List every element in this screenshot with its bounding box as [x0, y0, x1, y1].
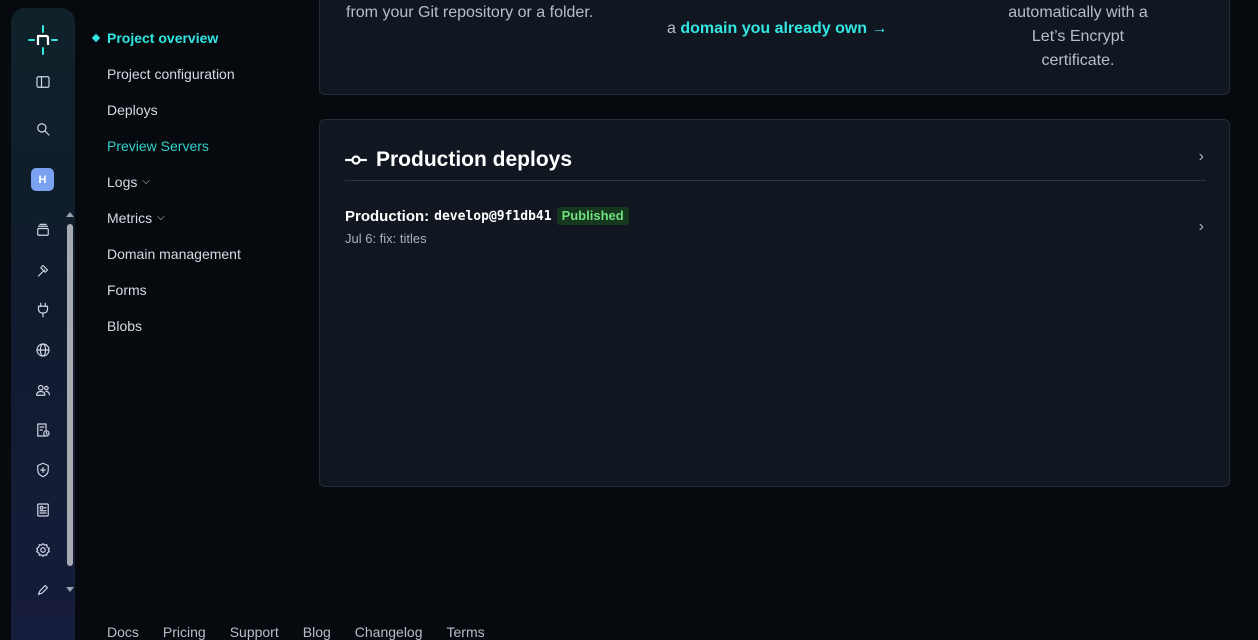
deploy-title: Production: develop@9f1db41 Published: [345, 207, 1206, 225]
chevron-right-icon[interactable]: ›: [1199, 218, 1204, 236]
subnav-item-label: Metrics: [107, 210, 153, 226]
subnav-item-label: Project configuration: [107, 66, 235, 82]
footer-link-changelog[interactable]: Changelog: [355, 624, 423, 640]
subnav-item-forms[interactable]: Forms: [92, 280, 302, 316]
footer-link-support[interactable]: Support: [230, 624, 279, 640]
footer-link-blog[interactable]: Blog: [303, 624, 331, 640]
icon-rail: H: [11, 8, 75, 640]
deploy-context: Production:: [345, 207, 430, 225]
sidebar-toggle-icon[interactable]: [31, 70, 55, 94]
https-text-line2: Let’s Encrypt certificate.: [1031, 28, 1125, 69]
subnav-item-project-configuration[interactable]: Project configuration: [92, 64, 302, 100]
custom-domain-prefix: a: [667, 20, 676, 37]
subnav-item-logs[interactable]: Logs ⌵: [92, 172, 302, 208]
https-text-line1: automatically with a: [1008, 4, 1148, 21]
builds-icon[interactable]: [31, 258, 55, 282]
chevron-right-icon[interactable]: ›: [1199, 148, 1204, 166]
https-text: automatically with a Let’s Encrypt certi…: [995, 1, 1161, 73]
git-commit-icon: [344, 149, 368, 171]
project-subnav: Project overview Project configuration D…: [91, 28, 302, 352]
subnav-item-blobs[interactable]: Blobs: [92, 316, 302, 352]
getting-started-card: from your Git repository or a folder. a …: [319, 0, 1230, 95]
custom-domain-text: a domain you already own →: [667, 17, 888, 41]
chevron-down-icon: ⌵: [142, 176, 150, 187]
deploy-ref: develop@9f1db41: [434, 208, 552, 224]
team-avatar[interactable]: H: [31, 168, 54, 191]
status-badge: Published: [556, 207, 629, 225]
active-indicator-icon: [91, 33, 101, 43]
deploy-subtitle: Jul 6: fix: titles: [345, 231, 427, 246]
subnav-item-label: Project overview: [107, 30, 219, 46]
projects-icon[interactable]: [31, 218, 55, 242]
billing-icon[interactable]: [31, 498, 55, 522]
footer-link-terms[interactable]: Terms: [447, 624, 485, 640]
footer-link-docs[interactable]: Docs: [107, 624, 139, 640]
subnav-item-deploys[interactable]: Deploys: [92, 100, 302, 136]
subnav-item-label: Logs: [107, 174, 138, 190]
settings-icon[interactable]: [31, 538, 55, 562]
footer-links: Docs Pricing Support Blog Changelog Term…: [107, 624, 485, 640]
subnav-item-label: Preview Servers: [107, 138, 209, 154]
chevron-down-icon: ⌵: [157, 212, 165, 223]
subnav-item-label: Deploys: [107, 102, 158, 118]
footer-link-pricing[interactable]: Pricing: [163, 624, 206, 640]
production-deploys-title: Production deploys: [376, 148, 573, 171]
production-deploys-card: Production deploys › Production: develop…: [319, 119, 1230, 487]
integrations-icon[interactable]: [31, 298, 55, 322]
security-icon[interactable]: [31, 458, 55, 482]
audit-log-icon[interactable]: [31, 418, 55, 442]
subnav-item-project-overview[interactable]: Project overview: [91, 28, 302, 64]
domains-icon[interactable]: [31, 338, 55, 362]
netlify-logo[interactable]: [27, 24, 59, 56]
edit-icon[interactable]: [31, 578, 55, 602]
rail-scrollbar[interactable]: [65, 212, 75, 592]
domain-you-own-link[interactable]: domain you already own →: [680, 20, 887, 37]
scrollbar-thumb[interactable]: [67, 224, 73, 566]
deploy-source-text: from your Git repository or a folder.: [346, 4, 594, 21]
subnav-item-label: Domain management: [107, 246, 241, 262]
subnav-item-label: Blobs: [107, 318, 143, 334]
production-deploys-header[interactable]: Production deploys ›: [344, 148, 1206, 181]
search-icon[interactable]: [31, 117, 55, 141]
members-icon[interactable]: [31, 378, 55, 402]
subnav-item-metrics[interactable]: Metrics ⌵: [92, 208, 302, 244]
subnav-item-domain-management[interactable]: Domain management: [92, 244, 302, 280]
scroll-up-arrow-icon[interactable]: [66, 212, 74, 217]
subnav-item-preview-servers[interactable]: Preview Servers: [92, 136, 302, 172]
subnav-item-label: Forms: [107, 282, 147, 298]
scroll-down-arrow-icon[interactable]: [66, 587, 74, 592]
deploy-list-item[interactable]: Production: develop@9f1db41 Published Ju…: [345, 207, 1206, 251]
